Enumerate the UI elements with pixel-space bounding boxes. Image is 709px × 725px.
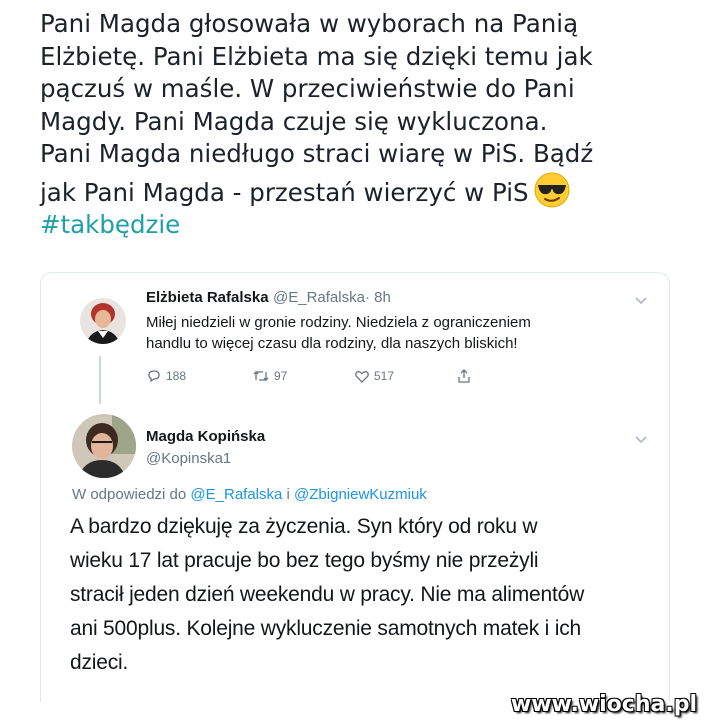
like-button[interactable]: 517 xyxy=(354,368,394,384)
tweet1-time[interactable]: · 8h xyxy=(365,289,391,306)
reply-prefix: W odpowiedzi do xyxy=(72,486,187,503)
avatar-kopinska[interactable] xyxy=(72,414,136,478)
reply-button[interactable]: 188 xyxy=(146,368,186,384)
thread-line xyxy=(99,356,101,404)
post-body: Pani Magda głosowała w wyborach na Panią… xyxy=(40,9,594,207)
tweet1-name[interactable]: Elżbieta Rafalska xyxy=(146,289,269,306)
tweet1-menu-chevron-down-icon[interactable] xyxy=(634,293,648,305)
sunglasses-emoji-icon xyxy=(533,171,571,209)
reply-to-link-1[interactable]: @E_Rafalska xyxy=(190,486,282,503)
retweet-icon xyxy=(253,371,269,381)
tweet1-header: Elżbieta Rafalska @E_Rafalska· 8h xyxy=(146,289,391,307)
heart-icon xyxy=(355,371,369,383)
tweet2-header: Magda Kopińska @Kopinska1 xyxy=(146,426,265,470)
tweet2-handle[interactable]: @Kopinska1 xyxy=(146,448,265,470)
reply-icon xyxy=(148,370,160,383)
share-icon xyxy=(458,369,470,383)
retweet-button[interactable]: 97 xyxy=(252,368,287,384)
tweet1-text: Miłej niedzieli w gronie rodziny. Niedzi… xyxy=(146,314,531,352)
watermark: www.wiocha.pl xyxy=(510,692,697,717)
tweet2-name[interactable]: Magda Kopińska xyxy=(146,426,265,448)
share-button[interactable] xyxy=(456,368,476,384)
reply-and: i xyxy=(286,486,290,503)
reply-count: 188 xyxy=(166,369,187,383)
tweet1-handle[interactable]: @E_Rafalska xyxy=(273,289,365,306)
reply-to-line: W odpowiedzi do @E_Rafalska i @ZbigniewK… xyxy=(72,486,427,503)
avatar-rafalska[interactable] xyxy=(80,298,126,344)
tweet2-menu-chevron-down-icon[interactable] xyxy=(634,432,648,444)
retweet-count: 97 xyxy=(274,369,288,383)
like-count: 517 xyxy=(374,369,395,383)
reply-to-link-2[interactable]: @ZbigniewKuzmiuk xyxy=(294,486,427,503)
post-text: Pani Magda głosowała w wyborach na Panią… xyxy=(40,8,680,242)
hashtag-link[interactable]: #takbędzie xyxy=(40,210,180,239)
tweet2-text: A bardzo dziękuję za życzenia. Syn który… xyxy=(70,515,585,674)
